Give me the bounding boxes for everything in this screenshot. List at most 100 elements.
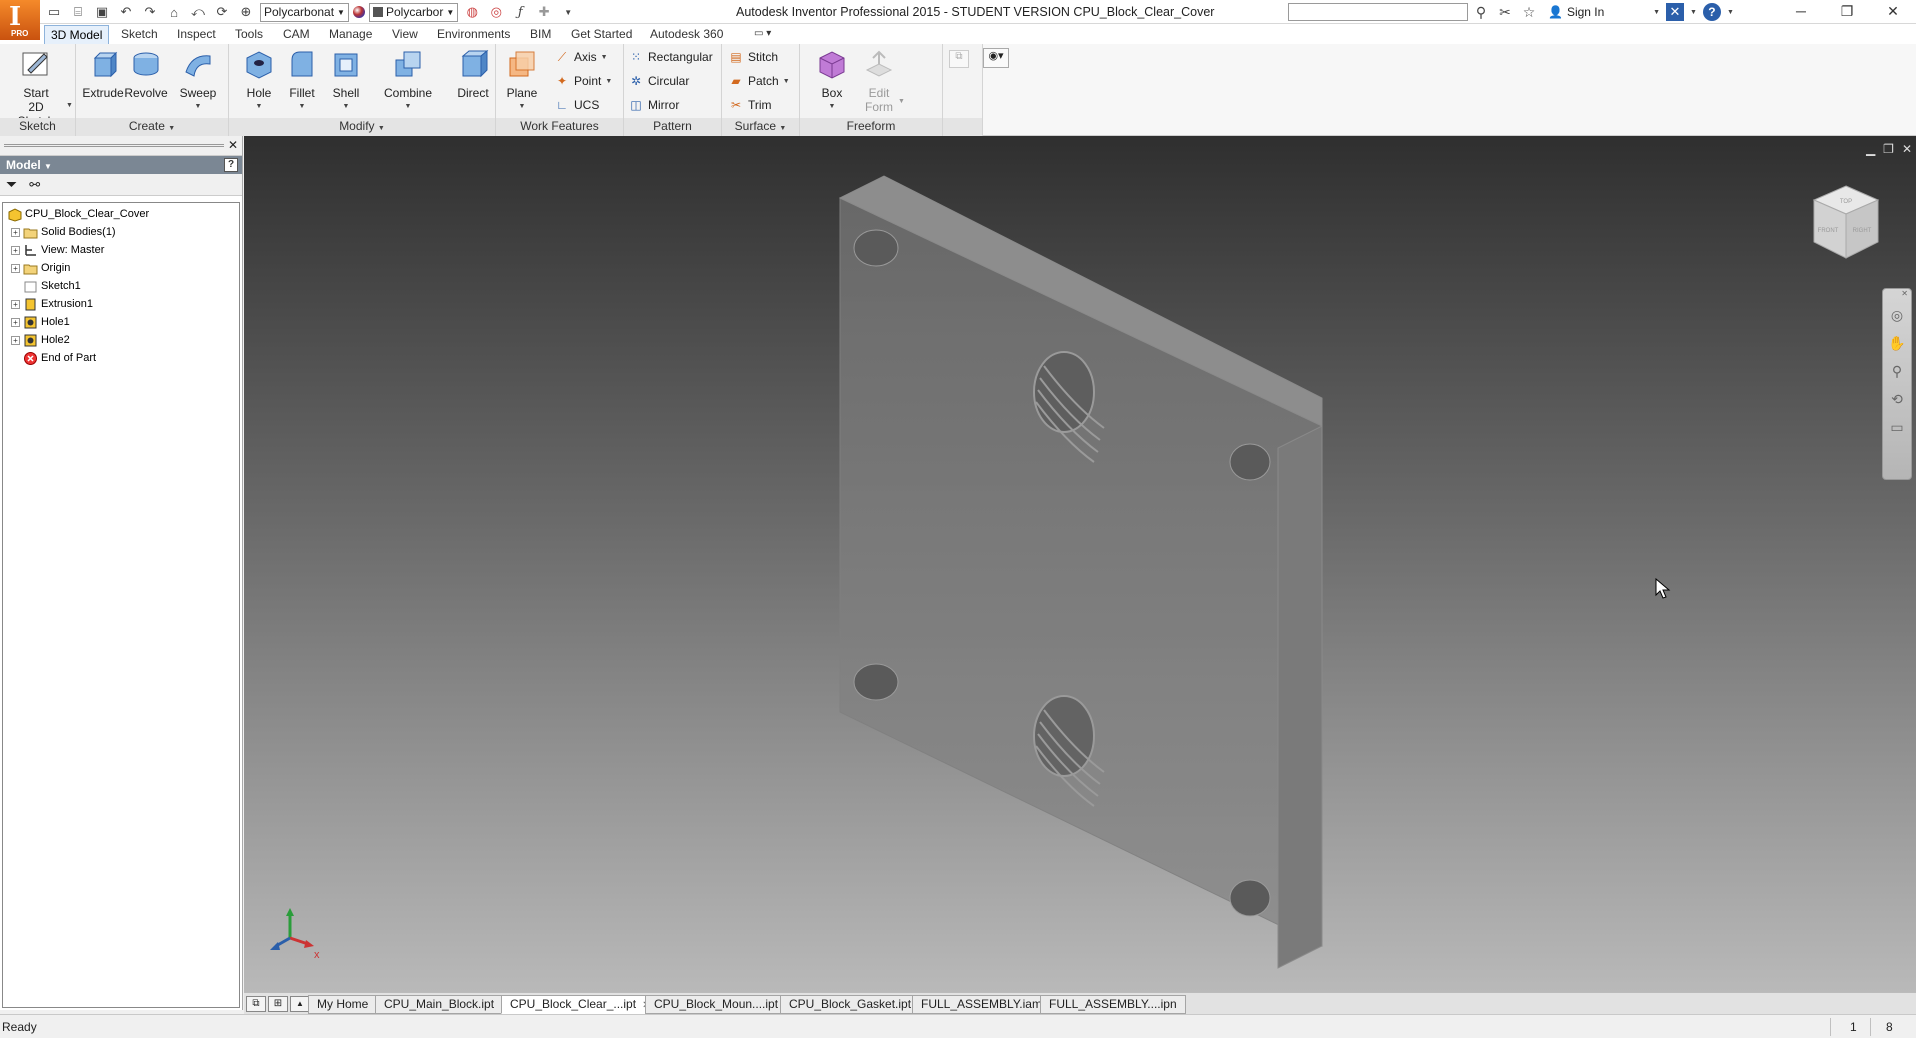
tree-node[interactable]: + Extrusion1 bbox=[3, 295, 239, 313]
customize-icon[interactable]: ✚ bbox=[534, 3, 554, 21]
help-icon[interactable]: ? bbox=[1702, 3, 1721, 21]
inventor-logo[interactable]: I PRO bbox=[0, 0, 40, 40]
binoculars-icon[interactable]: ⚲ bbox=[1472, 4, 1490, 21]
chevron-down-icon[interactable]: ▼ bbox=[66, 102, 73, 109]
exchange-apps-icon[interactable]: ✕ bbox=[1666, 3, 1684, 21]
part-model[interactable] bbox=[244, 136, 1916, 992]
sign-in-button[interactable]: 👤 Sign In ▼ bbox=[1548, 5, 1660, 19]
expand-icon[interactable]: + bbox=[11, 299, 20, 309]
close-button[interactable]: ✕ bbox=[1870, 0, 1916, 24]
tab-sketch[interactable]: Sketch bbox=[115, 25, 164, 44]
ribbon-minimize-icon[interactable]: ▭ ▾ bbox=[748, 25, 777, 44]
undo-icon[interactable]: ↶ bbox=[116, 3, 136, 21]
shell-button[interactable]: Shell ▼ bbox=[320, 48, 372, 114]
trim-button[interactable]: ✂ Trim bbox=[728, 96, 772, 114]
pan-hand-icon[interactable]: ✋ bbox=[1886, 332, 1908, 354]
circular-pattern-button[interactable]: ✲ Circular bbox=[628, 72, 689, 90]
redo-icon[interactable]: ↷ bbox=[140, 3, 160, 21]
chevron-down-icon[interactable]: ▼ bbox=[898, 98, 905, 105]
orbit-icon[interactable]: ⟲ bbox=[1886, 388, 1908, 410]
adjust-icon[interactable]: ◍ bbox=[462, 3, 482, 21]
chevron-down-icon[interactable]: ▼ bbox=[1690, 9, 1697, 16]
select-icon[interactable]: ⊕ bbox=[236, 3, 256, 21]
point-button[interactable]: ✦ Point ▼ bbox=[554, 72, 612, 90]
sweep-button[interactable]: Sweep ▼ bbox=[172, 48, 224, 114]
ucs-button[interactable]: ∟ UCS bbox=[554, 96, 599, 114]
tree-node[interactable]: + Hole1 bbox=[3, 313, 239, 331]
open-folder-icon[interactable]: ⌸ bbox=[68, 3, 88, 21]
plane-button[interactable]: Plane ▼ bbox=[496, 48, 548, 114]
return-icon[interactable]: ⤺ bbox=[188, 3, 208, 21]
start-2d-sketch-button[interactable]: Start 2D Sketch bbox=[10, 48, 62, 128]
doc-tab-cpu-block-clear-cover[interactable]: CPU_Block_Clear_...ipt✕ bbox=[501, 995, 660, 1014]
expand-icon[interactable]: + bbox=[11, 227, 20, 237]
rectangular-pattern-button[interactable]: ⁙ Rectangular bbox=[628, 48, 713, 66]
tab-cam[interactable]: CAM bbox=[277, 25, 316, 44]
combine-button[interactable]: Combine ▼ bbox=[378, 48, 438, 114]
expand-icon[interactable]: + bbox=[11, 335, 20, 345]
tree-node[interactable]: End of Part bbox=[3, 349, 239, 367]
qat-dropdown-icon[interactable]: ▼ bbox=[558, 3, 578, 21]
tab-inspect[interactable]: Inspect bbox=[171, 25, 222, 44]
steering-wheel-icon[interactable]: ◎ bbox=[1886, 304, 1908, 326]
close-icon[interactable]: ✕ bbox=[1883, 289, 1911, 298]
expand-icon[interactable]: + bbox=[11, 317, 20, 327]
doc-tab-full-assembly-iam[interactable]: FULL_ASSEMBLY.iam bbox=[912, 995, 1051, 1014]
chevron-down-icon[interactable]: ▼ bbox=[1727, 9, 1734, 16]
help-search-input[interactable] bbox=[1288, 3, 1468, 21]
tab-get-started[interactable]: Get Started bbox=[565, 25, 638, 44]
tab-autodesk-360[interactable]: Autodesk 360 bbox=[644, 25, 729, 44]
tab-manage[interactable]: Manage bbox=[323, 25, 378, 44]
tab-3d-model[interactable]: 3D Model bbox=[44, 25, 110, 44]
save-icon[interactable]: ▣ bbox=[92, 3, 112, 21]
home-icon[interactable]: ⌂ bbox=[164, 3, 184, 21]
close-icon[interactable]: ✕ bbox=[228, 138, 238, 152]
expand-icon[interactable]: + bbox=[11, 245, 20, 255]
viewcube[interactable]: TOP FRONT RIGHT bbox=[1810, 182, 1882, 262]
new-file-icon[interactable]: ▭ bbox=[44, 3, 64, 21]
cascade-windows-icon[interactable]: ⧉ bbox=[246, 996, 266, 1012]
doc-tab-my-home[interactable]: My Home bbox=[308, 995, 378, 1014]
doc-tab-cpu-main-block[interactable]: CPU_Main_Block.ipt bbox=[375, 995, 504, 1014]
grip-bar[interactable] bbox=[4, 144, 224, 147]
update-icon[interactable]: ⟳ bbox=[212, 3, 232, 21]
tab-environments[interactable]: Environments bbox=[431, 25, 516, 44]
favorites-star-icon[interactable]: ☆ bbox=[1520, 4, 1538, 21]
tab-bim[interactable]: BIM bbox=[524, 25, 557, 44]
material-select[interactable]: Polycarbonat ▼ bbox=[260, 2, 349, 22]
chevron-down-icon[interactable]: ▼ bbox=[779, 125, 786, 132]
doc-tab-full-assembly-ipn[interactable]: FULL_ASSEMBLY....ipn bbox=[1040, 995, 1186, 1014]
axis-button[interactable]: ⟋ Axis ▼ bbox=[554, 48, 608, 66]
tree-node[interactable]: + View: Master bbox=[3, 241, 239, 259]
expand-icon[interactable]: + bbox=[11, 263, 20, 273]
tree-node[interactable]: CPU_Block_Clear_Cover bbox=[3, 205, 239, 223]
tree-node[interactable]: Sketch1 bbox=[3, 277, 239, 295]
direct-edit-button[interactable]: Direct bbox=[447, 48, 499, 100]
ribbon-options-icon[interactable]: ◉▾ bbox=[983, 48, 1009, 68]
doc-tab-cpu-block-gasket[interactable]: CPU_Block_Gasket.ipt bbox=[780, 995, 921, 1014]
tree-node[interactable]: + Origin bbox=[3, 259, 239, 277]
minimize-button[interactable]: ─ bbox=[1778, 0, 1824, 24]
tree-node[interactable]: + Solid Bodies(1) bbox=[3, 223, 239, 241]
doc-tab-cpu-block-mount[interactable]: CPU_Block_Moun....ipt bbox=[645, 995, 788, 1014]
look-at-icon[interactable]: ▭ bbox=[1886, 416, 1908, 438]
tab-view[interactable]: View bbox=[386, 25, 424, 44]
subscription-icon[interactable]: ✂ bbox=[1496, 4, 1514, 21]
chevron-down-icon[interactable]: ▼ bbox=[378, 125, 385, 132]
revolve-button[interactable]: Revolve bbox=[120, 48, 172, 100]
tree-node[interactable]: + Hole2 bbox=[3, 331, 239, 349]
convert-icon[interactable]: ⧉ bbox=[949, 50, 969, 68]
find-binoculars-icon[interactable]: ⚯ bbox=[29, 177, 40, 193]
mirror-button[interactable]: ◫ Mirror bbox=[628, 96, 679, 114]
chevron-down-icon[interactable]: ▼ bbox=[168, 125, 175, 132]
stitch-button[interactable]: ▤ Stitch bbox=[728, 48, 778, 66]
tab-tools[interactable]: Tools bbox=[229, 25, 269, 44]
clear-appearance-icon[interactable]: ◎ bbox=[486, 3, 506, 21]
browser-help-icon[interactable]: ? bbox=[224, 158, 238, 172]
browser-header[interactable]: Model ▼ ? bbox=[0, 156, 242, 174]
tab-menu-icon[interactable]: ▲ bbox=[290, 996, 310, 1012]
zoom-icon[interactable]: ⚲ bbox=[1886, 360, 1908, 382]
fx-icon[interactable]: ƒ bbox=[510, 3, 530, 21]
tile-windows-icon[interactable]: ⊞ bbox=[268, 996, 288, 1012]
restore-button[interactable]: ❐ bbox=[1824, 0, 1870, 24]
